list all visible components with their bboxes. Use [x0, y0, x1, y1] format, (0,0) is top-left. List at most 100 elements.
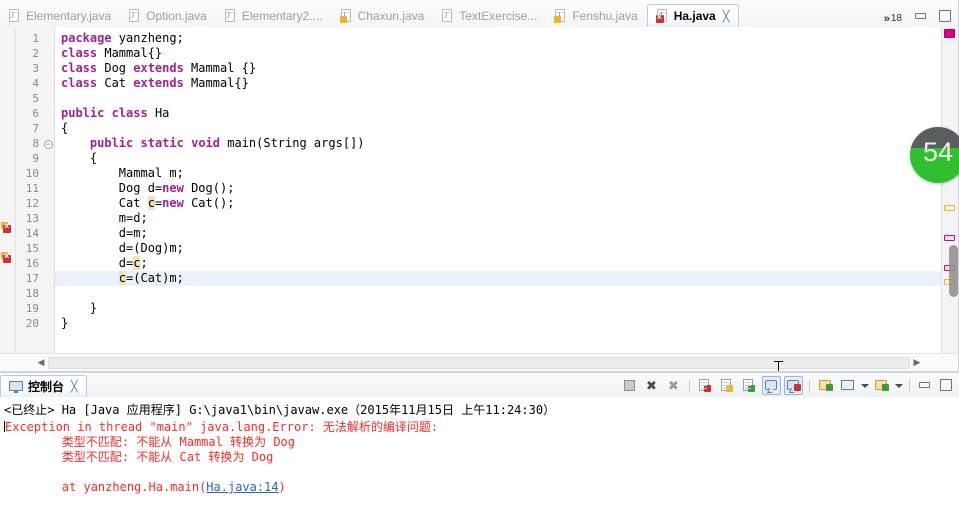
remove-x-icon: ✖	[646, 378, 657, 393]
code-line[interactable]: Cat c=new Cat();	[55, 196, 941, 211]
ruler-mark-warning[interactable]	[944, 205, 955, 211]
code-line[interactable]: {	[55, 121, 941, 136]
fold-empty	[42, 271, 54, 286]
code-line[interactable]: class Cat extends Mammal{}	[55, 76, 941, 91]
ruler-mark-error[interactable]	[944, 235, 955, 241]
scroll-left-icon[interactable]: ◀	[34, 357, 48, 368]
code-line[interactable]: d=c;	[55, 256, 941, 271]
remove-all-x-icon: ✖	[668, 378, 679, 393]
minimize-icon[interactable]	[914, 10, 928, 23]
line-number: 20	[25, 317, 39, 330]
code-line[interactable]: class Dog extends Mammal {}	[55, 61, 941, 76]
fold-toggle-icon[interactable]: −	[42, 136, 54, 151]
code-area[interactable]: package yanzheng; class Mammal{} class Dog…	[55, 27, 941, 371]
console-text: Exception in thread "main" java.lang.Err…	[5, 420, 439, 434]
code-line[interactable]: c=(Cat)m;	[55, 271, 941, 286]
maximize-icon[interactable]	[938, 10, 952, 23]
code-line[interactable]: }	[55, 316, 941, 331]
overview-ruler[interactable]	[941, 27, 958, 371]
console-minimize-icon[interactable]	[918, 379, 932, 392]
code-line[interactable]	[55, 91, 941, 106]
vertical-scrollbar-thumb[interactable]	[949, 245, 958, 297]
badge-value: 54	[922, 137, 954, 167]
editor-tab-textexercise[interactable]: J TextExercise...	[433, 5, 546, 27]
editor-tab-fenshujava[interactable]: J Fenshu.java	[546, 5, 646, 27]
fold-empty	[42, 121, 54, 136]
word-wrap-icon	[743, 379, 755, 392]
fold-empty	[42, 76, 54, 91]
stack-trace-link[interactable]: Ha.java:14	[206, 480, 278, 494]
scroll-lock-button[interactable]	[718, 376, 737, 395]
code-line[interactable]: d=m;	[55, 226, 941, 241]
editor-horizontal-scrollbar[interactable]: ◀ ▶	[0, 353, 958, 371]
console-maximize-icon[interactable]	[939, 379, 953, 392]
code-line[interactable]: m=d;	[55, 211, 941, 226]
scroll-right-icon[interactable]: ▶	[910, 357, 924, 368]
fold-empty	[42, 226, 54, 241]
code-line[interactable]: Mammal m;	[55, 166, 941, 181]
code-line[interactable]: {	[55, 151, 941, 166]
console-line-header: <已终止> Ha [Java 应用程序] G:\java1\bin\javaw.…	[0, 397, 959, 420]
code-text: Mammal{}	[183, 76, 249, 90]
editor-tab-elementary2[interactable]: J Elementary2....	[216, 5, 332, 27]
fold-empty	[42, 46, 54, 61]
code-review-badge[interactable]: 54	[910, 127, 959, 183]
code-text: ;	[140, 256, 148, 270]
annotation-gutter[interactable]	[0, 27, 16, 371]
line-number: 9	[32, 152, 39, 165]
fold-empty	[42, 106, 54, 121]
error-marker-icon[interactable]	[1, 251, 14, 265]
scroll-lock-icon	[721, 379, 733, 392]
editor-window-buttons	[914, 10, 952, 23]
code-line[interactable]: Dog d=new Dog();	[55, 181, 941, 196]
console-line-error: Exception in thread "main" java.lang.Err…	[0, 420, 959, 435]
error-marker-icon[interactable]	[1, 221, 14, 235]
line-number: 12	[25, 197, 39, 210]
line-number: 7	[32, 122, 39, 135]
display-selected-console-button[interactable]	[838, 376, 857, 395]
open-console-dropdown-icon[interactable]	[894, 377, 903, 394]
terminate-button[interactable]	[620, 376, 639, 395]
word-wrap-button[interactable]	[740, 376, 759, 395]
pin-console-button[interactable]	[816, 376, 835, 395]
ruler-mark-error-summary[interactable]	[944, 29, 955, 38]
code-line[interactable]: class Mammal{}	[55, 46, 941, 61]
tab-overflow-chevron-icon: »	[883, 13, 890, 25]
code-line[interactable]: public class Ha	[55, 106, 941, 121]
console-output[interactable]: <已终止> Ha [Java 应用程序] G:\java1\bin\javaw.…	[0, 397, 959, 505]
stop-square-icon	[624, 380, 635, 391]
close-icon[interactable]: ╳	[71, 380, 78, 393]
open-console-button[interactable]	[872, 376, 891, 395]
code-line[interactable]: package yanzheng;	[55, 31, 941, 46]
editor-tab-elementaryjava[interactable]: J Elementary.java	[0, 5, 120, 27]
folding-gutter[interactable]: −	[42, 27, 55, 371]
tab-overflow-indicator[interactable]: » 18	[883, 13, 902, 25]
remove-launch-button[interactable]: ✖	[642, 376, 661, 395]
code-line[interactable]: }	[55, 301, 941, 316]
code-line[interactable]: d=(Dog)m;	[55, 241, 941, 256]
code-keyword: class	[111, 106, 148, 120]
remove-all-terminated-button[interactable]: ✖	[664, 376, 683, 395]
editor-tab-optionjava[interactable]: J Option.java	[120, 5, 216, 27]
fold-empty	[42, 256, 54, 271]
code-line[interactable]	[55, 286, 941, 301]
show-console-on-error-button[interactable]	[784, 376, 803, 395]
editor-tab-hajava[interactable]: J Ha.java ╳	[646, 4, 740, 28]
code-text: d=m;	[61, 226, 148, 240]
code-line[interactable]: public static void main(String args[])	[55, 136, 941, 151]
editor-tab-label: Fenshu.java	[572, 9, 638, 23]
code-keyword: extends	[133, 76, 184, 90]
tab-console[interactable]: 控制台 ╳	[0, 375, 87, 398]
toolbar-separator	[809, 379, 810, 392]
console-toolbar: ✖ ✖	[620, 376, 957, 395]
java-file-icon: J	[8, 9, 21, 23]
show-console-on-output-button[interactable]	[762, 376, 781, 395]
clear-console-icon	[699, 379, 711, 392]
clear-console-button[interactable]	[696, 376, 715, 395]
editor-tab-chaxunjava[interactable]: J Chaxun.java	[332, 5, 434, 27]
line-number: 8	[32, 137, 39, 150]
code-keyword: public	[61, 106, 105, 120]
close-icon[interactable]: ╳	[723, 10, 730, 23]
display-console-dropdown-icon[interactable]	[860, 377, 869, 394]
